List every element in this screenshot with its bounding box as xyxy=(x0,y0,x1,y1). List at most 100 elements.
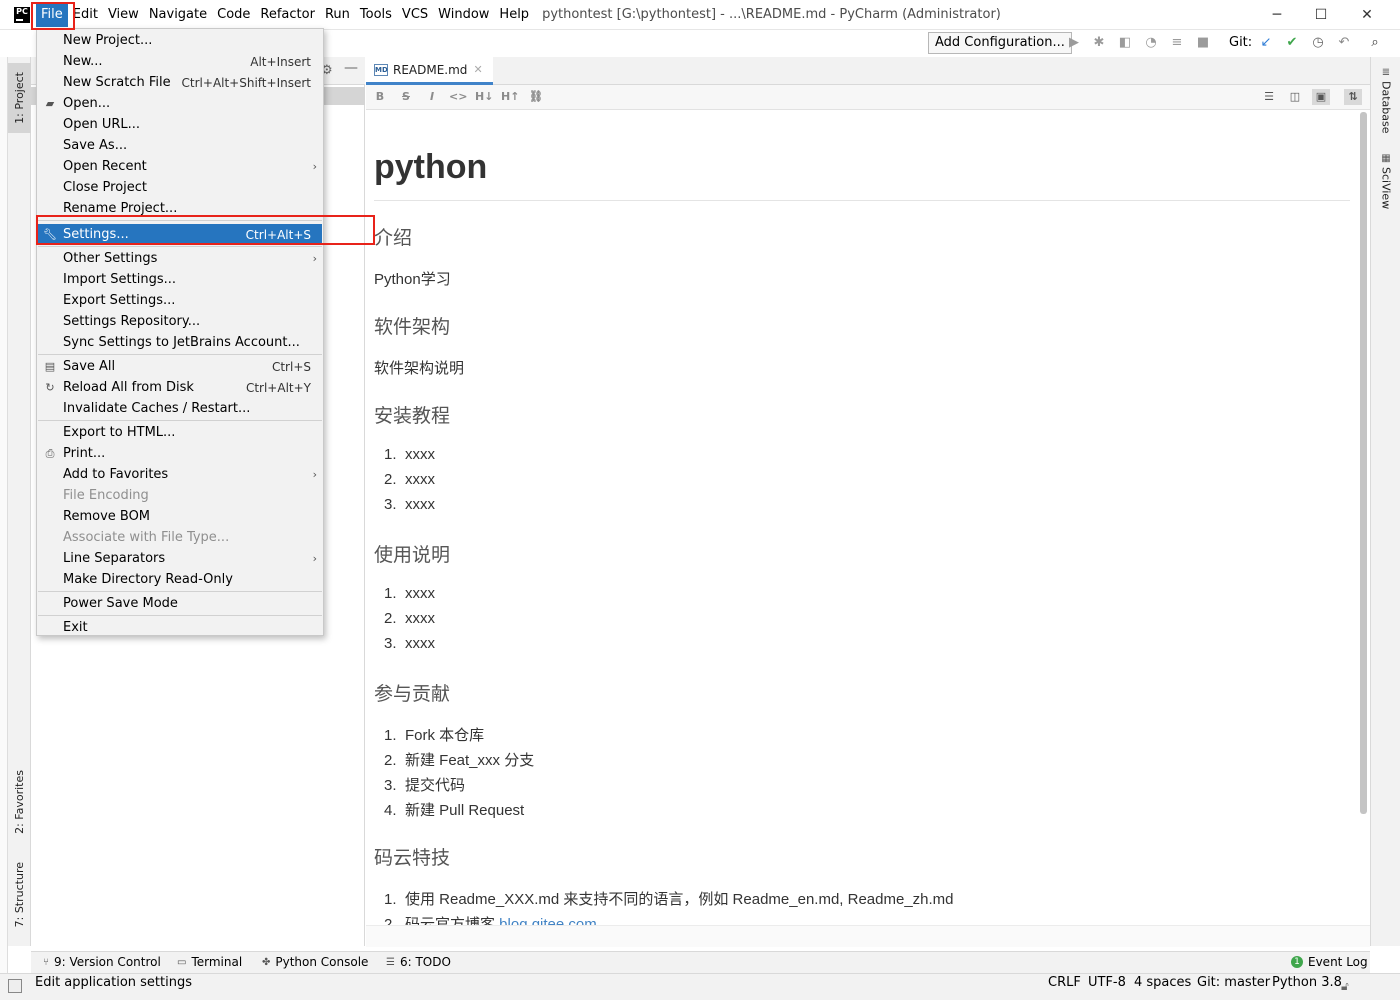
menu-item-remove-bom[interactable]: Remove BOM xyxy=(38,506,322,527)
maximize-button[interactable]: ☐ xyxy=(1298,0,1344,30)
menu-file[interactable]: File xyxy=(36,2,68,27)
menu-run[interactable]: Run xyxy=(320,3,355,27)
event-log-tab[interactable]: 1 Event Log xyxy=(1291,955,1368,969)
menu-item-open-recent[interactable]: Open Recent › xyxy=(38,156,322,177)
list-item: 3. 提交代码 xyxy=(384,777,466,794)
menu-item-power-save-mode[interactable]: Power Save Mode xyxy=(38,593,322,614)
menu-item-print[interactable]: ⎙ Print... xyxy=(38,443,322,464)
menu-item-open-url[interactable]: Open URL... xyxy=(38,114,322,135)
menu-item-new-scratch-file[interactable]: New Scratch File Ctrl+Alt+Shift+Insert xyxy=(38,72,322,93)
python-console-tab[interactable]: ✤ Python Console xyxy=(262,955,368,969)
layout-toggle-icon[interactable]: ⇅ xyxy=(1344,89,1362,105)
encoding-widget[interactable]: UTF-8 xyxy=(1088,975,1126,990)
menu-window[interactable]: Window xyxy=(433,3,494,27)
blog-link[interactable]: blog.gitee.com xyxy=(499,916,597,925)
toggle-tool-windows-icon[interactable] xyxy=(8,979,22,993)
minimize-button[interactable]: ─ xyxy=(1254,0,1300,30)
menu-item-file-encoding: File Encoding xyxy=(38,485,322,506)
menu-item-sync-settings-to-jetbrains-account[interactable]: Sync Settings to JetBrains Account... xyxy=(38,332,322,353)
git-update-icon[interactable]: ↙ xyxy=(1258,35,1274,51)
favorites-tool-tab[interactable]: 2: Favorites xyxy=(8,757,31,847)
markdown-preview: python 介绍 Python学习 软件架构 软件架构说明 安装教程 1. xx… xyxy=(366,110,1356,925)
database-tool-tab[interactable]: ≣ Database xyxy=(1375,67,1397,134)
hide-panel-icon[interactable]: — xyxy=(344,60,358,76)
add-configuration-button[interactable]: Add Configuration... xyxy=(928,32,1072,54)
run-icon[interactable]: ▶ xyxy=(1066,35,1082,51)
bold-icon[interactable]: B xyxy=(371,89,389,105)
search-icon[interactable]: ⌕ xyxy=(1367,35,1383,51)
link-icon[interactable]: ⛓ xyxy=(527,89,545,105)
menu-item-label: Open... xyxy=(63,96,111,111)
menu-item-label: New Scratch File xyxy=(63,75,171,90)
code-icon[interactable]: <> xyxy=(449,89,467,105)
menu-vcs[interactable]: VCS xyxy=(397,3,433,27)
list-item: 4. 新建 Pull Request xyxy=(384,802,525,819)
menu-item-rename-project[interactable]: Rename Project... xyxy=(38,198,322,219)
coverage-icon[interactable]: ◧ xyxy=(1117,35,1133,51)
menu-item-reload-all-from-disk[interactable]: ↻ Reload All from Disk Ctrl+Alt+Y xyxy=(38,377,322,398)
preview-scrollbar[interactable] xyxy=(1360,112,1367,814)
terminal-tab[interactable]: ▭ Terminal xyxy=(177,955,242,969)
line-separator-widget[interactable]: CRLF xyxy=(1048,975,1081,990)
project-tool-tab[interactable]: 1: Project xyxy=(8,63,31,133)
menu-item-exit[interactable]: Exit xyxy=(38,617,322,638)
debug-icon[interactable]: ✱ xyxy=(1091,35,1107,51)
list-item: 2. 新建 Feat_xxx 分支 xyxy=(384,752,535,769)
menu-item-other-settings[interactable]: Other Settings › xyxy=(38,248,322,269)
lock-icon[interactable]: 🔓︎ xyxy=(1341,979,1349,994)
build-icon[interactable]: ≡ xyxy=(1169,35,1185,51)
menu-item-line-separators[interactable]: Line Separators › xyxy=(38,548,322,569)
stop-icon[interactable]: ■ xyxy=(1195,35,1211,51)
git-commit-icon[interactable]: ✔ xyxy=(1284,35,1300,51)
menu-navigate[interactable]: Navigate xyxy=(144,3,212,27)
menu-item-save-as[interactable]: Save As... xyxy=(38,135,322,156)
menu-view[interactable]: View xyxy=(103,3,144,27)
interpreter-widget[interactable]: Python 3.8 xyxy=(1272,975,1342,990)
strikethrough-icon[interactable]: S xyxy=(397,89,415,105)
menu-item-invalidate-caches-restart[interactable]: Invalidate Caches / Restart... xyxy=(38,398,322,419)
section-heading: 安装教程 xyxy=(374,405,451,427)
menu-item-shortcut: Ctrl+Alt+Y xyxy=(245,380,311,395)
menu-help[interactable]: Help xyxy=(494,3,534,27)
menu-item-close-project[interactable]: Close Project xyxy=(38,177,322,198)
menu-separator xyxy=(38,354,322,355)
split-view-icon[interactable]: ◫ xyxy=(1286,89,1304,105)
chevron-right-icon: › xyxy=(312,468,317,481)
header-increase-icon[interactable]: H↑ xyxy=(501,89,519,105)
chevron-right-icon: › xyxy=(312,160,317,173)
structure-tool-tab[interactable]: 7: Structure xyxy=(8,852,31,937)
sciview-tool-tab[interactable]: ▦ SciView xyxy=(1375,153,1397,209)
editor-only-icon[interactable]: ☰ xyxy=(1260,89,1278,105)
menu-tools[interactable]: Tools xyxy=(355,3,397,27)
menu-item-new[interactable]: New... Alt+Insert xyxy=(38,51,322,72)
menu-refactor[interactable]: Refactor xyxy=(255,3,320,27)
indent-widget[interactable]: 4 spaces xyxy=(1134,975,1191,990)
close-tab-icon[interactable]: ✕ xyxy=(473,63,482,76)
menu-item-add-to-favorites[interactable]: Add to Favorites › xyxy=(38,464,322,485)
close-window-button[interactable]: ✕ xyxy=(1344,0,1390,30)
menu-item-export-settings[interactable]: Export Settings... xyxy=(38,290,322,311)
menu-item-open[interactable]: ▰ Open... xyxy=(38,93,322,114)
menu-item-settings-repository[interactable]: Settings Repository... xyxy=(38,311,322,332)
history-icon[interactable]: ◷ xyxy=(1310,35,1326,51)
tab-readme[interactable]: MD README.md ✕ xyxy=(366,57,493,85)
preview-only-icon[interactable]: ▣ xyxy=(1312,89,1330,105)
background-window-edge xyxy=(0,30,8,1000)
menu-item-settings[interactable]: 🔧︎ Settings... Ctrl+Alt+S xyxy=(38,224,322,245)
menu-item-import-settings[interactable]: Import Settings... xyxy=(38,269,322,290)
italic-icon[interactable]: I xyxy=(423,89,441,105)
menu-item-export-to-html[interactable]: Export to HTML... xyxy=(38,422,322,443)
menu-item-new-project[interactable]: New Project... xyxy=(38,30,322,51)
menu-code[interactable]: Code xyxy=(212,3,255,27)
menu-edit[interactable]: Edit xyxy=(68,3,103,27)
menu-item-save-all[interactable]: ▤ Save All Ctrl+S xyxy=(38,356,322,377)
project-tab-label: 1: Project xyxy=(13,72,26,124)
version-control-tab[interactable]: ⑂ 9: Version Control xyxy=(43,955,161,969)
todo-tab[interactable]: ☰ 6: TODO xyxy=(386,955,451,969)
git-branch-widget[interactable]: Git: master xyxy=(1197,975,1270,990)
header-decrease-icon[interactable]: H↓ xyxy=(475,89,493,105)
profile-icon[interactable]: ◔ xyxy=(1143,35,1159,51)
menu-item-label: Power Save Mode xyxy=(63,596,178,611)
menu-item-make-directory-read-only[interactable]: Make Directory Read-Only xyxy=(38,569,322,590)
rollback-icon[interactable]: ↶ xyxy=(1336,35,1352,51)
